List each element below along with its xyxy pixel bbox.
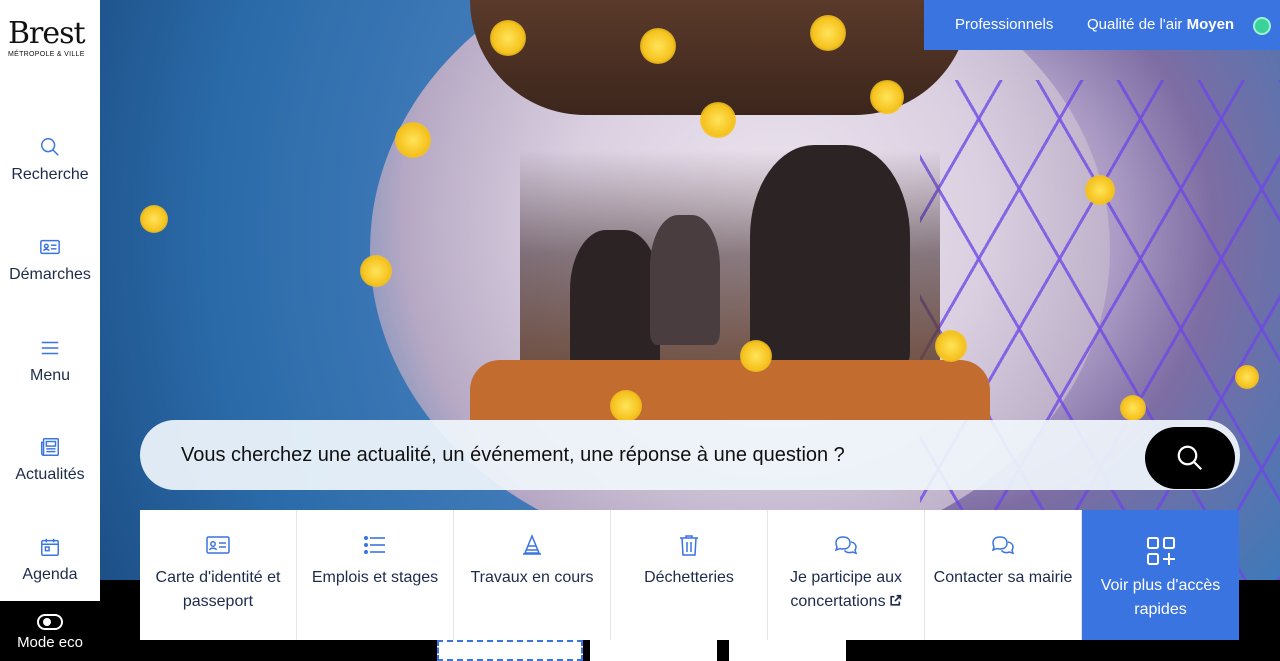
air-quality-value: Moyen xyxy=(1186,16,1235,33)
quick-access-label: Contacter sa mairie xyxy=(933,569,1073,586)
air-quality-label: Qualité de l'air xyxy=(1087,16,1183,33)
quick-access-label: Voir plus d'accès rapides xyxy=(1100,577,1221,618)
gondola-base xyxy=(470,360,990,420)
logo-subtitle: MÉTROPOLE & VILLE xyxy=(8,51,85,58)
sidebar-item-label: Recherche xyxy=(11,166,89,183)
bokeh-light xyxy=(700,102,736,138)
quick-access: Carte d'identité et passeport Emplois et… xyxy=(140,510,1240,640)
link-block[interactable] xyxy=(729,640,846,661)
ferris-wheel xyxy=(920,80,1280,580)
bokeh-light xyxy=(640,28,676,64)
sidebar-item-label: Menu xyxy=(29,367,71,384)
person xyxy=(650,215,720,345)
bokeh-light xyxy=(1085,175,1115,205)
search-icon xyxy=(41,138,59,156)
quick-access-voir-plus[interactable]: Voir plus d'accès rapides xyxy=(1082,510,1239,640)
search-bar[interactable]: Vous cherchez une actualité, un événemen… xyxy=(140,420,1240,490)
roadwork-icon xyxy=(523,534,541,555)
top-bar: Professionnels Qualité de l'air Moyen xyxy=(924,0,1280,50)
sidebar-item-label: Agenda xyxy=(22,566,78,583)
air-quality-link[interactable]: Qualité de l'air Moyen xyxy=(1087,16,1234,33)
person xyxy=(570,230,660,380)
quick-access-label: Travaux en cours xyxy=(470,569,594,586)
bokeh-light xyxy=(935,330,967,362)
person xyxy=(750,145,910,375)
calendar-icon xyxy=(41,538,59,556)
quick-access-label-text: Je participe aux concertations xyxy=(789,569,903,610)
external-link-icon xyxy=(889,594,901,606)
quick-access-label: Carte d'identité et passeport xyxy=(155,569,281,610)
sidebar-item-demarches[interactable]: Démarches xyxy=(0,236,100,306)
quick-access-emplois[interactable]: Emplois et stages xyxy=(297,510,454,640)
sidebar-item-label: Démarches xyxy=(9,266,91,283)
bokeh-light xyxy=(140,205,168,233)
id-card-icon xyxy=(206,536,230,554)
bokeh-light xyxy=(870,80,904,114)
bokeh-light xyxy=(360,255,392,287)
focused-link-outline[interactable] xyxy=(437,640,583,661)
bokeh-light xyxy=(610,390,642,422)
bokeh-light xyxy=(810,15,846,51)
quick-access-travaux[interactable]: Travaux en cours xyxy=(454,510,611,640)
toggle-switch-icon[interactable] xyxy=(37,614,63,630)
bokeh-light xyxy=(740,340,772,372)
sidebar-item-menu[interactable]: Menu xyxy=(0,337,100,407)
search-icon xyxy=(1177,445,1203,471)
professionnels-link[interactable]: Professionnels xyxy=(955,16,1053,33)
chat-icon xyxy=(991,536,1015,555)
id-card-icon xyxy=(40,239,60,255)
chat-icon xyxy=(834,536,858,555)
mode-eco-toggle[interactable]: Mode eco xyxy=(0,601,100,661)
search-button[interactable] xyxy=(1145,427,1235,489)
bokeh-light xyxy=(1235,365,1259,389)
mode-eco-label: Mode eco xyxy=(17,634,83,651)
sidebar: Brest MÉTROPOLE & VILLE Recherche Démarc… xyxy=(0,0,100,601)
quick-access-label: Je participe aux concertations xyxy=(768,566,924,614)
quick-access-dechetteries[interactable]: Déchetteries xyxy=(611,510,768,640)
bokeh-light xyxy=(1120,395,1146,421)
hero-image xyxy=(100,0,1280,580)
sidebar-item-agenda[interactable]: Agenda xyxy=(0,536,100,606)
page: Brest MÉTROPOLE & VILLE Recherche Démarc… xyxy=(0,0,1280,661)
quick-access-carte-identite[interactable]: Carte d'identité et passeport xyxy=(140,510,297,640)
newspaper-icon xyxy=(41,438,59,456)
search-input[interactable]: Vous cherchez une actualité, un événemen… xyxy=(181,444,845,467)
sidebar-item-recherche[interactable]: Recherche xyxy=(0,136,100,206)
bokeh-light xyxy=(395,122,431,158)
sidebar-item-label: Actualités xyxy=(15,466,85,483)
brest-logo[interactable]: Brest MÉTROPOLE & VILLE xyxy=(8,18,92,68)
logo-brand: Brest xyxy=(8,16,86,51)
bokeh-light xyxy=(490,20,526,56)
quick-access-label: Emplois et stages xyxy=(311,569,439,586)
quick-access-concertations[interactable]: Je participe aux concertations xyxy=(768,510,925,640)
grid-plus-icon xyxy=(1146,537,1175,565)
air-quality-indicator-icon xyxy=(1253,17,1271,35)
list-icon xyxy=(363,535,385,554)
quick-access-mairie[interactable]: Contacter sa mairie xyxy=(925,510,1082,640)
link-block[interactable] xyxy=(590,640,717,661)
quick-access-label: Déchetteries xyxy=(644,569,734,586)
sidebar-item-actualites[interactable]: Actualités xyxy=(0,436,100,506)
menu-icon xyxy=(41,341,59,355)
trash-icon xyxy=(680,535,698,556)
